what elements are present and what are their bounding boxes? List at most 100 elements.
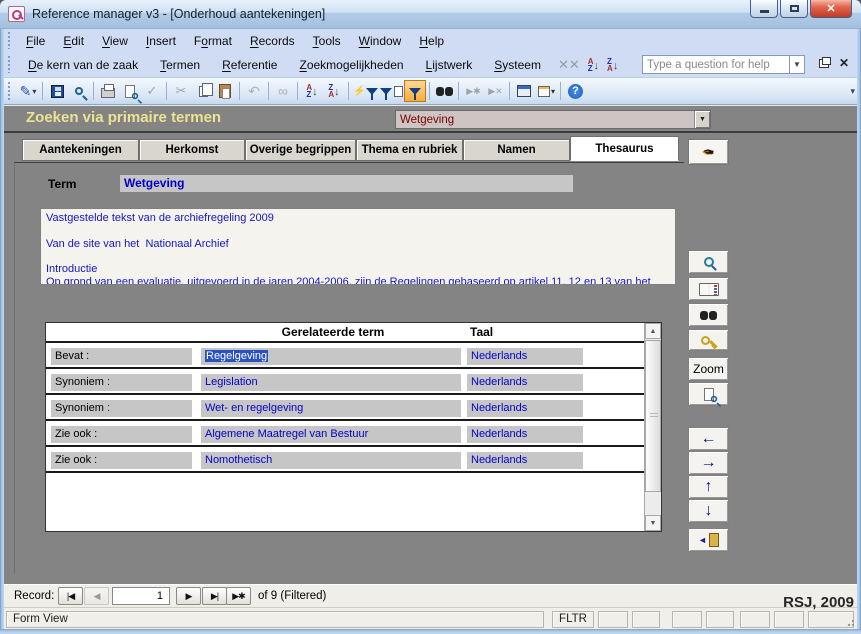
tab-herkomst[interactable]: Herkomst — [139, 139, 245, 161]
next-record-button[interactable]: ▶ — [176, 587, 201, 605]
menu-file[interactable]: File — [17, 32, 54, 50]
sort-descending-icon[interactable] — [607, 58, 618, 72]
find-icon[interactable] — [433, 80, 455, 102]
tab-namen[interactable]: Namen — [463, 139, 570, 161]
sort-ascending-icon[interactable] — [301, 80, 323, 102]
toolbar-options-icon[interactable]: ▾ — [850, 89, 855, 94]
find-button[interactable] — [688, 303, 729, 327]
taal-cell[interactable]: Nederlands — [467, 374, 583, 391]
scroll-down-icon[interactable]: ▼ — [645, 515, 661, 531]
term-cell[interactable]: Algemene Maatregel van Bestuur — [201, 426, 461, 443]
combobox-dropdown-icon[interactable]: ▼ — [694, 111, 710, 128]
references-book-button[interactable] — [688, 277, 729, 301]
toolbar-drag-handle[interactable] — [7, 82, 12, 100]
menu-edit[interactable]: Edit — [54, 32, 93, 50]
move-down-button[interactable]: ↓ — [688, 499, 729, 523]
scrollbar-thumb[interactable] — [645, 340, 661, 492]
down-arrow-icon: ↓ — [705, 503, 713, 519]
new-record-icon[interactable]: ▶✱ — [462, 80, 484, 102]
maximize-button[interactable] — [780, 0, 808, 18]
move-up-button[interactable]: ↑ — [688, 475, 729, 499]
close-window-icon[interactable]: ✕ — [839, 57, 849, 69]
term-cell[interactable]: Legislation — [201, 374, 461, 391]
close-button[interactable] — [810, 0, 852, 18]
window-border — [0, 28, 4, 634]
undo-icon[interactable]: ↶ — [243, 80, 265, 102]
filter-by-selection-icon[interactable] — [352, 80, 379, 102]
menu-view[interactable]: View — [93, 32, 137, 50]
previous-button[interactable]: ← — [688, 427, 729, 451]
apply-filter-icon[interactable] — [404, 80, 426, 102]
restore-window-icon[interactable] — [819, 59, 829, 68]
term-field[interactable]: Wetgeving — [120, 175, 573, 192]
next-button[interactable]: → — [688, 451, 729, 475]
new-record-button[interactable]: ▶✱ — [226, 587, 251, 605]
primary-term-combobox[interactable]: Wetgeving ▼ — [395, 110, 711, 129]
title-bar[interactable]: Reference manager v3 - [Onderhoud aantek… — [0, 0, 861, 29]
term-cell[interactable]: Regelgeving — [201, 348, 461, 365]
new-object-icon[interactable]: ▾ — [535, 80, 557, 102]
save-icon[interactable] — [46, 80, 68, 102]
taal-cell[interactable]: Nederlands — [467, 452, 583, 469]
toolbar-drag-handle[interactable] — [7, 56, 12, 74]
first-record-button[interactable]: |◀ — [58, 587, 83, 605]
menu-help[interactable]: Help — [410, 32, 453, 50]
taal-cell[interactable]: Nederlands — [467, 348, 583, 365]
menu-records[interactable]: Records — [241, 32, 304, 50]
sort-ascending-icon[interactable] — [588, 58, 599, 72]
cut-icon[interactable]: ✂ — [170, 80, 192, 102]
toolbar-drag-handle[interactable] — [7, 32, 12, 48]
copy-icon[interactable] — [192, 80, 214, 102]
print-icon[interactable] — [97, 80, 119, 102]
filter-by-form-icon[interactable] — [379, 80, 404, 102]
record-number-input[interactable] — [112, 587, 170, 605]
term-label: Term — [48, 177, 76, 191]
term-cell[interactable]: Wet- en regelgeving — [201, 400, 461, 417]
taal-cell[interactable]: Nederlands — [467, 400, 583, 417]
tab-aantekeningen[interactable]: Aantekeningen — [22, 139, 139, 161]
relation-cell: Zie ook : — [51, 452, 192, 469]
sort-descending-icon[interactable] — [323, 80, 345, 102]
help-icon[interactable]: ? — [564, 80, 586, 102]
minimize-button[interactable] — [750, 0, 778, 18]
database-window-icon[interactable] — [513, 80, 535, 102]
preview-button[interactable] — [688, 382, 729, 406]
term-description-field[interactable]: Vastgestelde tekst van de archiefregelin… — [40, 208, 676, 285]
menu-termen[interactable]: Termen — [149, 56, 211, 74]
previous-record-button[interactable]: ◀ — [84, 587, 109, 605]
menu-systeem[interactable]: Systeem — [483, 56, 552, 74]
menu-tools[interactable]: Tools — [304, 32, 350, 50]
file-search-icon[interactable] — [68, 80, 90, 102]
menu-format[interactable]: Format — [185, 32, 241, 50]
table-scrollbar[interactable]: ▲ ▼ — [644, 323, 661, 531]
edit-pen-button[interactable]: ✒ — [688, 139, 729, 165]
access-key-icon — [8, 6, 25, 22]
menu-lijstwerk[interactable]: Lijstwerk — [415, 56, 484, 74]
hyperlink-icon[interactable]: ∞ — [272, 80, 294, 102]
taal-cell[interactable]: Nederlands — [467, 426, 583, 443]
help-search-input[interactable] — [642, 55, 790, 74]
resize-grip[interactable] — [845, 617, 854, 626]
print-preview-icon[interactable] — [119, 80, 141, 102]
menu-insert[interactable]: Insert — [137, 32, 185, 50]
menu-referentie[interactable]: Referentie — [211, 56, 288, 74]
spelling-icon[interactable]: ✓ — [141, 80, 163, 102]
scroll-up-icon[interactable]: ▲ — [645, 323, 661, 339]
tab-overige-begrippen[interactable]: Overige begrippen — [245, 139, 356, 161]
view-design-icon[interactable]: ✎▾ — [17, 80, 39, 102]
menu-zoekmogelijkheden[interactable]: Zoekmogelijkheden — [288, 56, 414, 74]
zoom-button[interactable]: Zoom — [688, 357, 729, 381]
last-record-button[interactable]: ▶| — [202, 587, 227, 605]
menu-de-kern-van-de-zaak[interactable]: De kern van de zaak — [17, 56, 149, 74]
paste-icon[interactable] — [214, 80, 236, 102]
menu-window[interactable]: Window — [350, 32, 411, 50]
tab-thesaurus[interactable]: Thesaurus — [570, 136, 679, 161]
term-cell[interactable]: Nomothetisch — [201, 452, 461, 469]
key-button[interactable] — [688, 329, 729, 351]
search-button[interactable] — [688, 250, 729, 274]
delete-record-icon[interactable]: ▶✕ — [484, 80, 506, 102]
status-segment — [740, 611, 770, 628]
tab-thema-en-rubriek[interactable]: Thema en rubriek — [356, 139, 463, 161]
exit-button[interactable]: ◄ — [688, 528, 729, 552]
help-dropdown-icon[interactable]: ▼ — [790, 55, 805, 74]
